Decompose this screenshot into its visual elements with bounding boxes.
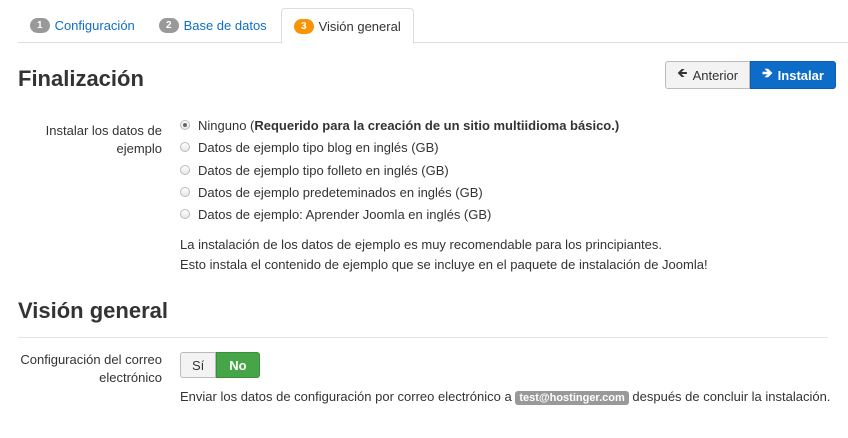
radio-option-brochure[interactable]: Datos de ejemplo tipo folleto en inglés … — [180, 161, 449, 179]
option-label: Datos de ejemplo tipo blog en inglés (GB… — [198, 139, 439, 155]
step-badge: 1 — [30, 17, 50, 33]
sample-data-label: Instalar los datos de ejemplo — [45, 123, 162, 156]
tab-label: Visión general — [318, 18, 401, 34]
divider — [18, 337, 828, 338]
tab-base-de-datos[interactable]: 2 Base de datos — [159, 8, 267, 42]
previous-button[interactable]: 🡸 Anterior — [665, 61, 751, 89]
tab-label: Configuración — [54, 17, 135, 33]
radio-checked-icon[interactable] — [180, 120, 190, 130]
arrow-right-icon: 🡺 — [762, 65, 773, 80]
radio-icon[interactable] — [180, 187, 190, 197]
option-label: Datos de ejemplo tipo folleto en inglés … — [198, 162, 449, 178]
tab-label: Base de datos — [183, 17, 267, 33]
step-badge: 3 — [294, 18, 314, 34]
email-toggle[interactable]: Sí No — [180, 352, 260, 378]
email-help: Enviar los datos de configuración por co… — [180, 389, 831, 405]
option-label: Ninguno (Requerido para la creación de u… — [198, 118, 619, 133]
email-config-label: Configuración del correo electrónico — [20, 352, 162, 385]
radio-icon[interactable] — [180, 142, 190, 152]
help-text-2: Esto instala el contenido de ejemplo que… — [180, 257, 708, 272]
radio-option-learn[interactable]: Datos de ejemplo: Aprender Joomla en ing… — [180, 205, 491, 223]
toggle-no[interactable]: No — [216, 352, 260, 378]
install-label: Instalar — [777, 67, 824, 83]
option-label: Datos de ejemplo predeteminados en inglé… — [198, 184, 483, 200]
finalization-title: Finalización — [18, 66, 144, 91]
email-badge: test@hostinger.com — [515, 391, 629, 405]
help-text-1: La instalación de los datos de ejemplo e… — [180, 237, 663, 252]
radio-icon[interactable] — [180, 165, 190, 175]
radio-option-default[interactable]: Datos de ejemplo predeteminados en inglé… — [180, 183, 483, 201]
toggle-yes[interactable]: Sí — [180, 352, 217, 378]
arrow-left-icon: 🡸 — [677, 65, 688, 80]
radio-icon[interactable] — [180, 209, 190, 219]
install-button[interactable]: 🡺 Instalar — [750, 61, 836, 89]
tab-configuracion[interactable]: 1 Configuración — [30, 8, 135, 42]
option-text: Ninguno ( — [198, 117, 255, 133]
tab-vision-general[interactable]: 3 Visión general — [281, 8, 414, 44]
email-text-before: Enviar los datos de configuración por co… — [180, 389, 512, 404]
radio-option-blog[interactable]: Datos de ejemplo tipo blog en inglés (GB… — [180, 138, 439, 156]
option-label: Datos de ejemplo: Aprender Joomla en ing… — [198, 206, 492, 222]
overview-title: Visión general — [18, 298, 168, 323]
email-text-after: después de concluir la instalación. — [632, 389, 831, 404]
tab-bar: 1 Configuración 2 Base de datos 3 Visión ge… — [18, 8, 848, 44]
option-bold-text: Requerido para la creación de un sitio m… — [254, 117, 620, 133]
step-badge: 2 — [159, 17, 179, 33]
radio-option-none[interactable]: Ninguno (Requerido para la creación de u… — [180, 116, 619, 134]
previous-label: Anterior — [692, 67, 739, 83]
nav-buttons: 🡸 Anterior 🡺 Instalar — [665, 61, 836, 89]
